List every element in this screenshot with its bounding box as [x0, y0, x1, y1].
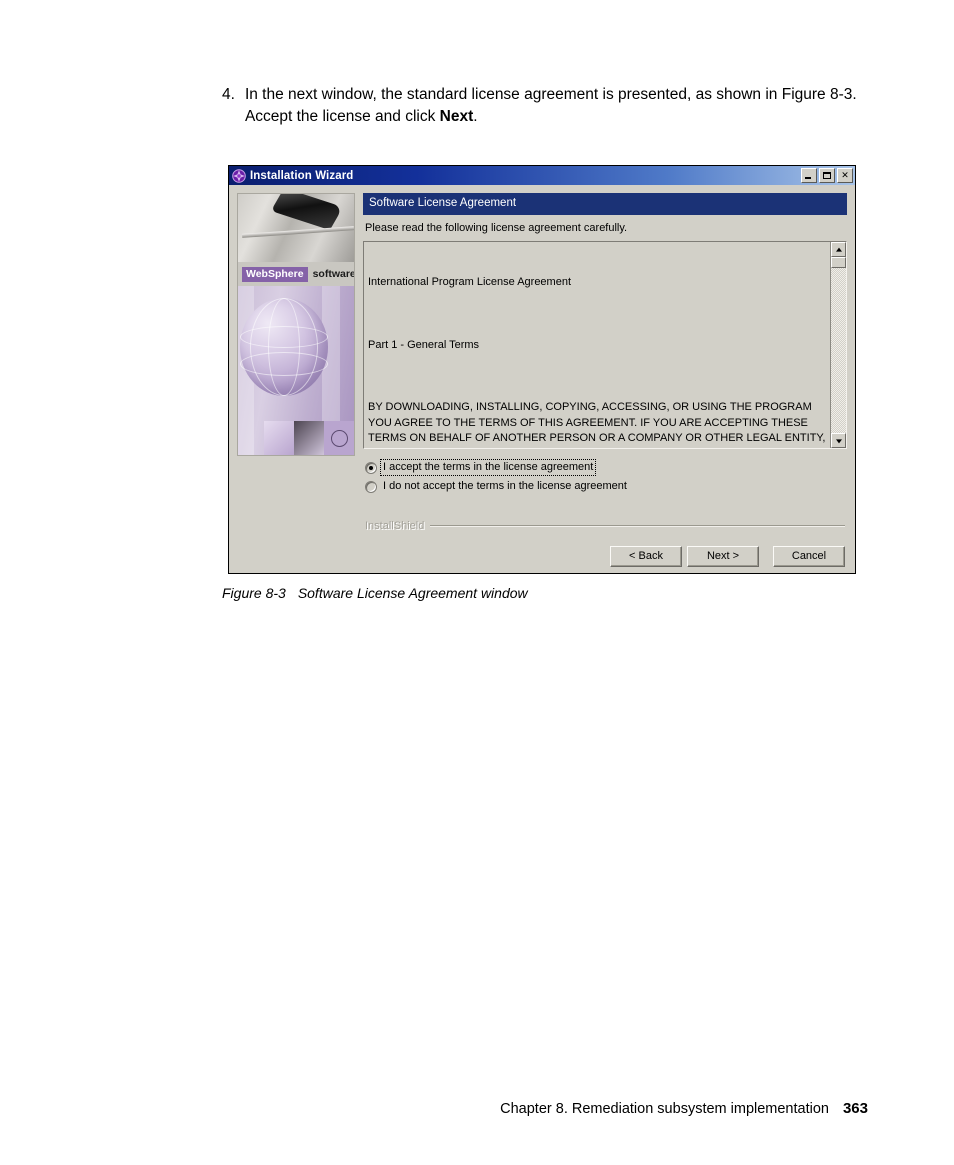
dialog-button-row: < Back Next > Cancel	[363, 546, 847, 567]
license-text-box[interactable]: International Program License Agreement …	[363, 241, 847, 449]
license-paragraph: BY DOWNLOADING, INSTALLING, COPYING, ACC…	[368, 400, 826, 448]
brand-tile	[294, 421, 324, 455]
radio-accept-indicator[interactable]	[365, 461, 377, 474]
step-text-after: .	[473, 108, 478, 125]
window-controls	[801, 168, 853, 183]
websphere-suffix: software	[312, 268, 355, 280]
figure-caption-label: Figure 8-3	[222, 585, 286, 601]
radio-decline-indicator[interactable]	[365, 480, 377, 493]
radio-accept-label[interactable]: I accept the terms in the license agreem…	[379, 459, 597, 476]
figure-caption-text: Software License Agreement window	[297, 585, 528, 601]
page-footer: Chapter 8. Remediation subsystem impleme…	[500, 1100, 868, 1117]
footer-chapter-title: Chapter 8. Remediation subsystem impleme…	[500, 1101, 829, 1117]
websphere-logo-band: WebSphere software	[238, 262, 354, 286]
next-button[interactable]: Next >	[687, 546, 759, 567]
license-paragraph: International Program License Agreement	[368, 276, 572, 289]
license-scrollbar[interactable]	[830, 242, 846, 448]
scrollbar-track[interactable]	[831, 268, 846, 433]
step-paragraph: 4. In the next window, the standard lice…	[222, 84, 870, 128]
scroll-up-arrow-icon[interactable]	[831, 242, 846, 257]
globe-icon	[232, 168, 246, 183]
websphere-brand-panel: WebSphere software	[237, 193, 355, 456]
scrollbar-thumb[interactable]	[831, 257, 846, 268]
radio-decline[interactable]: I do not accept the terms in the license…	[365, 477, 845, 496]
footer-divider	[430, 525, 845, 527]
step-text-bold: Next	[439, 108, 474, 125]
page-title-banner: Software License Agreement	[363, 193, 847, 215]
figure-caption: Figure 8-3 Software License Agreement win…	[222, 585, 528, 601]
page-number: 363	[842, 1100, 868, 1117]
brand-corner-tiles	[264, 421, 354, 455]
step-text-before: In the next window, the standard license…	[244, 86, 857, 125]
step-number: 4.	[222, 86, 235, 103]
dialog-content: Software License Agreement Please read t…	[363, 193, 847, 567]
close-button[interactable]	[837, 168, 853, 183]
step-text: In the next window, the standard license…	[245, 84, 870, 128]
purple-globe-icon	[240, 298, 328, 396]
brand-globe-mark-icon	[324, 421, 354, 455]
installshield-footer: InstallShield	[363, 520, 847, 532]
intro-text: Please read the following license agreem…	[365, 222, 628, 234]
websphere-tag: WebSphere	[242, 266, 308, 282]
globe-parallel	[240, 352, 328, 376]
back-button[interactable]: < Back	[610, 546, 682, 567]
license-paragraph: Part 1 - General Terms	[368, 338, 480, 351]
installshield-label: InstallShield	[365, 520, 425, 532]
dialog-body: WebSphere software Software License Agre…	[229, 185, 855, 573]
dialog-title: Installation Wizard	[250, 169, 354, 182]
license-acceptance-radio-group: I accept the terms in the license agreem…	[363, 449, 847, 496]
scroll-down-arrow-icon[interactable]	[831, 433, 846, 448]
brand-tile	[264, 421, 294, 455]
dialog-titlebar[interactable]: Installation Wizard	[229, 166, 855, 185]
brand-graphic-sphere	[238, 286, 354, 455]
radio-accept[interactable]: I accept the terms in the license agreem…	[365, 458, 845, 477]
radio-decline-label[interactable]: I do not accept the terms in the license…	[381, 479, 629, 494]
cancel-button[interactable]: Cancel	[773, 546, 845, 567]
brand-photo-top	[238, 194, 354, 262]
license-text-content: International Program License Agreement …	[364, 242, 830, 448]
minimize-button[interactable]	[801, 168, 817, 183]
globe-parallel	[240, 326, 328, 348]
installation-wizard-dialog: Installation Wizard WebSphere software	[228, 165, 856, 574]
maximize-button[interactable]	[819, 168, 835, 183]
